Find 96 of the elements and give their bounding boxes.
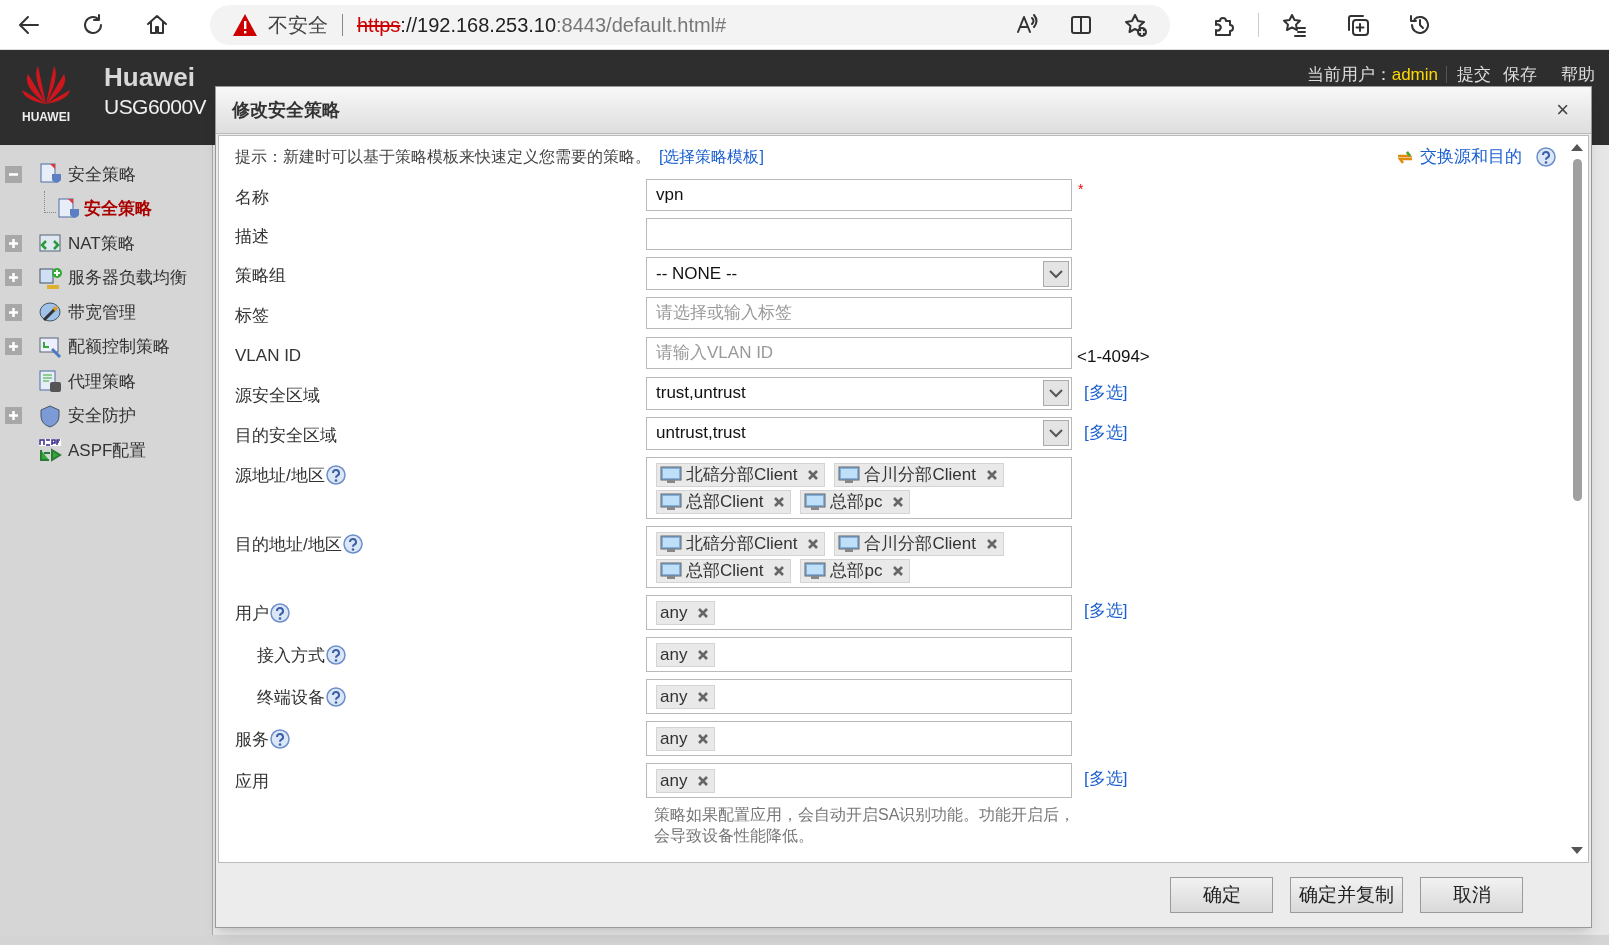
tree-item[interactable]: 安全策略 — [84, 196, 152, 222]
tag: any — [656, 684, 716, 709]
text-field[interactable]: vpn — [646, 179, 1072, 211]
tag: 总部pc — [800, 558, 911, 583]
text-field[interactable]: 请输入VLAN ID — [646, 337, 1072, 369]
field-label: VLAN ID — [235, 345, 302, 367]
help-icon[interactable] — [326, 687, 346, 708]
help-icon[interactable] — [270, 729, 290, 750]
tag: 合川分部Client — [834, 462, 1004, 487]
range-hint: <1-4094> — [1077, 346, 1150, 368]
help-icon[interactable] — [270, 603, 290, 624]
close-button[interactable]: × — [1550, 99, 1575, 121]
dialog-button[interactable]: 取消 — [1420, 877, 1523, 913]
field-label: 策略组 — [235, 265, 286, 287]
tree-item[interactable]: 配额控制策略 — [68, 334, 170, 360]
select-field[interactable]: untrust,trust — [646, 416, 1072, 450]
tag: 总部pc — [800, 489, 911, 514]
multi-select-link[interactable]: [多选] — [1084, 762, 1128, 791]
url-text[interactable]: https://192.168.253.10:8443/default.html# — [357, 9, 727, 40]
tag: 北碚分部Client — [656, 531, 826, 556]
multi-select-link[interactable]: [多选] — [1084, 376, 1128, 405]
tree-item[interactable]: 带宽管理 — [68, 299, 136, 325]
template-link[interactable]: [选择策略模板] — [659, 145, 764, 169]
select-field[interactable]: -- NONE -- — [646, 257, 1072, 290]
tree-item-icon — [38, 300, 62, 325]
tree-item[interactable]: 安全策略 — [68, 161, 136, 187]
tag-field[interactable]: any — [646, 720, 1072, 756]
tag-field[interactable]: any — [646, 678, 1072, 714]
scrollbar-thumb[interactable] — [1572, 159, 1582, 501]
tree-item[interactable]: 代理策略 — [68, 368, 136, 394]
scroll-up-icon[interactable] — [1570, 142, 1584, 152]
field-label: 描述 — [235, 226, 269, 248]
hint-text: 提示：新建时可以基于策略模板来快速定义您需要的策略。 — [235, 147, 651, 167]
dialog-button[interactable]: 确定 — [1170, 877, 1273, 913]
multi-select-link[interactable]: [多选] — [1084, 416, 1128, 445]
field-label: 应用 — [235, 770, 269, 793]
model-name: USG6000V — [104, 96, 207, 117]
tag-field[interactable]: any — [646, 762, 1072, 798]
swap-link[interactable]: 交换源和目的 — [1394, 144, 1522, 170]
tag-field[interactable]: 北碚分部Client 合川分部Client 总部Client 总部pc — [646, 456, 1072, 519]
field-label: 服务 — [235, 728, 269, 751]
field-label: 名称 — [235, 187, 269, 209]
tag-field[interactable]: any — [646, 594, 1072, 630]
tag: any — [656, 642, 716, 667]
help-icon[interactable] — [1536, 147, 1556, 167]
help-icon[interactable] — [326, 645, 346, 666]
tag: any — [656, 600, 716, 625]
tree-item[interactable]: ASPF配置 — [68, 437, 147, 463]
tag: any — [656, 726, 716, 751]
field-label: 目的安全区域 — [235, 424, 337, 447]
add-favorite-icon[interactable] — [1122, 11, 1148, 38]
tree-item-icon — [38, 438, 62, 463]
text-field[interactable] — [646, 218, 1072, 250]
favorites-icon[interactable] — [1281, 11, 1307, 38]
tag: 总部Client — [656, 489, 792, 514]
field-label: 接入方式 — [257, 644, 325, 667]
dialog-button[interactable]: 确定并复制 — [1290, 877, 1403, 913]
field-label: 目的地址/地区 — [235, 533, 342, 556]
field-label: 终端设备 — [257, 686, 325, 709]
warning-icon — [232, 12, 258, 37]
note-text: 策略如果配置应用，会自动开启SA识别功能。功能开启后，会导致设备性能降低。 — [653, 804, 1077, 846]
header-link[interactable]: 保存 — [1497, 66, 1543, 83]
user-label: 当前用户： — [1306, 66, 1392, 83]
dialog-title: 修改安全策略 — [232, 98, 340, 122]
multi-select-link[interactable]: [多选] — [1084, 594, 1128, 623]
tree-item[interactable]: NAT策略 — [68, 230, 135, 256]
brand-name: Huawei — [104, 64, 197, 90]
field-label: 标签 — [235, 305, 269, 327]
tree-item[interactable]: 安全防护 — [68, 403, 136, 429]
tree-item-icon — [38, 403, 62, 428]
field-label: 用户 — [235, 602, 269, 625]
tag: any — [656, 768, 716, 793]
header-link[interactable]: 帮助 — [1555, 66, 1601, 83]
field-label: 源安全区域 — [235, 384, 320, 407]
text-field[interactable]: 请选择或输入标签 — [646, 297, 1072, 329]
help-icon[interactable] — [342, 534, 363, 555]
address-bar[interactable]: 不安全 https://192.168.253.10:8443/default.html# — [210, 4, 1170, 45]
help-icon[interactable] — [325, 465, 346, 486]
tag-field[interactable]: 北碚分部Client 合川分部Client 总部Client 总部pc — [646, 525, 1072, 588]
tag: 北碚分部Client — [656, 462, 826, 487]
scroll-down-icon[interactable] — [1570, 846, 1584, 856]
header-link[interactable]: 提交 — [1446, 66, 1497, 83]
tag: 总部Client — [656, 558, 792, 583]
tag: 合川分部Client — [834, 531, 1004, 556]
tree-item-icon — [38, 369, 62, 394]
tree-item[interactable]: 服务器负载均衡 — [68, 265, 187, 291]
tag-field[interactable]: any — [646, 636, 1072, 672]
tree-item-icon — [38, 334, 62, 359]
security-label: 不安全 — [268, 12, 328, 38]
field-label: 源地址/地区 — [235, 464, 325, 487]
tree-item-icon — [38, 265, 62, 290]
select-field[interactable]: trust,untrust — [646, 376, 1072, 410]
required-mark: * — [1078, 180, 1084, 199]
user-name: admin — [1391, 66, 1438, 83]
tree-item-icon — [56, 196, 80, 221]
logo-text: HUAWEI — [22, 109, 70, 126]
